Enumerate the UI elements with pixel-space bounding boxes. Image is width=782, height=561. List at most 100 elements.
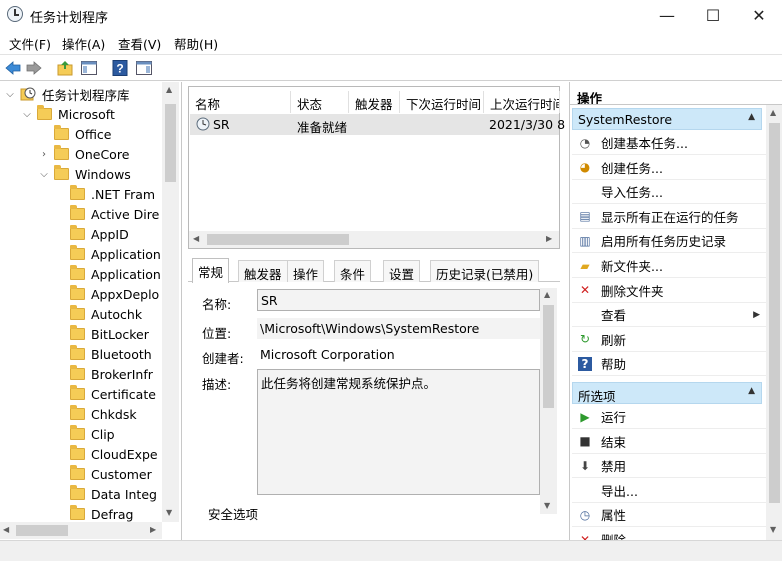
chevron-down-icon[interactable]: ⌵ xyxy=(4,89,16,100)
scroll-thumb[interactable] xyxy=(543,305,554,408)
action-item[interactable]: 查看 ▶ xyxy=(572,303,766,328)
action-item[interactable]: ■ 结束 xyxy=(572,430,766,454)
detail-vertical-scrollbar[interactable]: ▲ ▼ xyxy=(540,288,557,514)
column-header-trigger[interactable]: 触发器 xyxy=(349,91,400,113)
tree-horizontal-scrollbar[interactable]: ◀ ▶ xyxy=(0,522,162,539)
scroll-thumb[interactable] xyxy=(207,234,349,245)
maximize-button[interactable]: ☐ xyxy=(690,0,736,30)
basic-task-icon: ◔ xyxy=(579,135,591,150)
action-item[interactable]: ▰ 新文件夹... xyxy=(572,254,766,278)
tree-item-onecore[interactable]: › OneCore xyxy=(38,144,129,164)
tree-item-windows-child[interactable]: Defrag xyxy=(54,504,133,524)
scroll-thumb[interactable] xyxy=(165,104,176,182)
action-item[interactable]: ▶ 运行 xyxy=(572,405,766,429)
tree-item-windows-child[interactable]: .NET Fram xyxy=(54,184,155,204)
scroll-up-icon[interactable]: ▲ xyxy=(770,108,776,117)
menu-help[interactable]: 帮助(H) xyxy=(174,34,218,53)
tree-item-windows-child[interactable]: CloudExpe xyxy=(54,444,158,464)
tree-item-windows-child[interactable]: BrokerInfr xyxy=(54,364,153,384)
show-hide-action-pane-icon[interactable] xyxy=(135,59,153,77)
scroll-left-icon[interactable]: ◀ xyxy=(3,525,9,534)
tab-general[interactable]: 常规 xyxy=(192,258,230,283)
up-folder-icon[interactable] xyxy=(56,59,74,77)
tree-item-windows-child[interactable]: AppxDeplo xyxy=(54,284,159,304)
action-item[interactable]: ◕ 创建任务... xyxy=(572,156,766,180)
scroll-up-icon[interactable]: ▲ xyxy=(166,85,172,94)
tree-item-windows-child[interactable]: Autochk xyxy=(54,304,142,324)
back-arrow-icon[interactable] xyxy=(4,59,22,77)
action-item[interactable]: ✕ 删除文件夹 xyxy=(572,279,766,303)
tree-item-windows-child[interactable]: Chkdsk xyxy=(54,404,137,424)
name-field[interactable]: SR xyxy=(257,289,540,311)
column-header-status[interactable]: 状态 xyxy=(291,91,349,113)
tree-item-windows-child[interactable]: AppID xyxy=(54,224,129,244)
tree-item-windows-child[interactable]: Clip xyxy=(54,424,115,444)
tab-actions[interactable]: 操作 xyxy=(287,260,325,282)
tree-item-windows-child[interactable]: Data Integ xyxy=(54,484,157,504)
action-item[interactable]: ▥ 启用所有任务历史记录 xyxy=(572,229,766,254)
menu-action[interactable]: 操作(A) xyxy=(62,34,105,53)
tree-item-office[interactable]: Office xyxy=(38,124,112,144)
tree-item-windows[interactable]: ⌵ Windows xyxy=(38,164,131,184)
menu-file[interactable]: 文件(F) xyxy=(9,34,51,53)
action-item[interactable]: ✕ 删除 xyxy=(572,528,766,541)
tree-item-windows-child[interactable]: BitLocker xyxy=(54,324,149,344)
scroll-thumb[interactable] xyxy=(16,525,68,536)
scroll-down-icon[interactable]: ▼ xyxy=(544,501,550,510)
tree-item-windows-child[interactable]: Customer xyxy=(54,464,152,484)
scroll-left-icon[interactable]: ◀ xyxy=(193,234,199,243)
action-item[interactable]: ◷ 属性 xyxy=(572,503,766,528)
section-header-systemrestore[interactable]: SystemRestore ▲ xyxy=(572,108,762,130)
column-header-last-run[interactable]: 上次运行时间 xyxy=(484,91,560,113)
tab-triggers[interactable]: 触发器 xyxy=(238,260,288,282)
tree-item-windows-child[interactable]: Application xyxy=(54,264,161,284)
action-label: 查看 xyxy=(601,308,627,324)
tab-history[interactable]: 历史记录(已禁用) xyxy=(430,260,540,282)
menu-view[interactable]: 查看(V) xyxy=(118,34,161,53)
tree-item-windows-child[interactable]: Bluetooth xyxy=(54,344,152,364)
action-item[interactable]: ? 帮助 xyxy=(572,352,766,377)
scroll-up-icon[interactable]: ▲ xyxy=(544,290,550,299)
action-item[interactable]: ↻ 刷新 xyxy=(572,328,766,352)
close-button[interactable]: ✕ xyxy=(736,0,782,30)
chevron-down-icon[interactable]: ⌵ xyxy=(21,109,33,120)
tree-item-library[interactable]: ⌵ 任务计划程序库 xyxy=(4,84,130,104)
chevron-right-icon[interactable]: › xyxy=(38,149,50,160)
tab-settings[interactable]: 设置 xyxy=(383,260,421,282)
actions-vertical-scrollbar[interactable]: ▲ ▼ xyxy=(766,105,782,540)
action-item[interactable]: 导入任务... xyxy=(572,180,766,205)
help-icon[interactable]: ? xyxy=(111,59,129,77)
scroll-down-icon[interactable]: ▼ xyxy=(166,508,172,517)
tree-label: Chkdsk xyxy=(91,406,137,422)
action-item[interactable]: 导出... xyxy=(572,479,766,503)
table-row[interactable]: SR 准备就绪 2021/3/30 8 xyxy=(190,114,565,135)
action-item[interactable]: ⬇ 禁用 xyxy=(572,454,766,479)
action-item[interactable]: ◔ 创建基本任务... xyxy=(572,131,766,155)
tree-vertical-scrollbar[interactable]: ▲ ▼ xyxy=(162,82,179,522)
scroll-right-icon[interactable]: ▶ xyxy=(150,525,156,534)
column-header-name[interactable]: 名称 xyxy=(189,91,291,113)
minimize-button[interactable]: — xyxy=(644,0,690,30)
description-field[interactable]: 此任务将创建常规系统保护点。 xyxy=(257,369,540,495)
tree-item-windows-child[interactable]: Certificate xyxy=(54,384,156,404)
collapse-arrow-icon[interactable]: ▲ xyxy=(748,112,755,122)
action-item[interactable]: ▤ 显示所有正在运行的任务 xyxy=(572,205,766,229)
tasklist-horizontal-scrollbar[interactable]: ◀ ▶ xyxy=(189,231,559,248)
tree-item-microsoft[interactable]: ⌵ Microsoft xyxy=(21,104,115,124)
location-field[interactable]: \Microsoft\Windows\SystemRestore xyxy=(257,318,540,339)
tab-conditions[interactable]: 条件 xyxy=(334,260,372,282)
forward-arrow-icon[interactable] xyxy=(25,59,43,77)
scroll-down-icon[interactable]: ▼ xyxy=(770,525,776,534)
column-header-next-run[interactable]: 下次运行时间 xyxy=(400,91,484,113)
chevron-down-icon[interactable]: ⌵ xyxy=(38,169,50,180)
show-hide-tree-icon[interactable] xyxy=(80,59,98,77)
folder-icon xyxy=(70,265,85,280)
section-header-selected-item[interactable]: 所选项 ▲ xyxy=(572,382,762,404)
scroll-thumb[interactable] xyxy=(769,123,780,503)
collapse-arrow-icon[interactable]: ▲ xyxy=(748,386,755,396)
section-title: 所选项 xyxy=(578,389,616,404)
tree-item-windows-child[interactable]: Active Dire xyxy=(54,204,159,224)
scroll-right-icon[interactable]: ▶ xyxy=(546,234,552,243)
folder-icon xyxy=(70,305,85,320)
tree-item-windows-child[interactable]: Application xyxy=(54,244,161,264)
